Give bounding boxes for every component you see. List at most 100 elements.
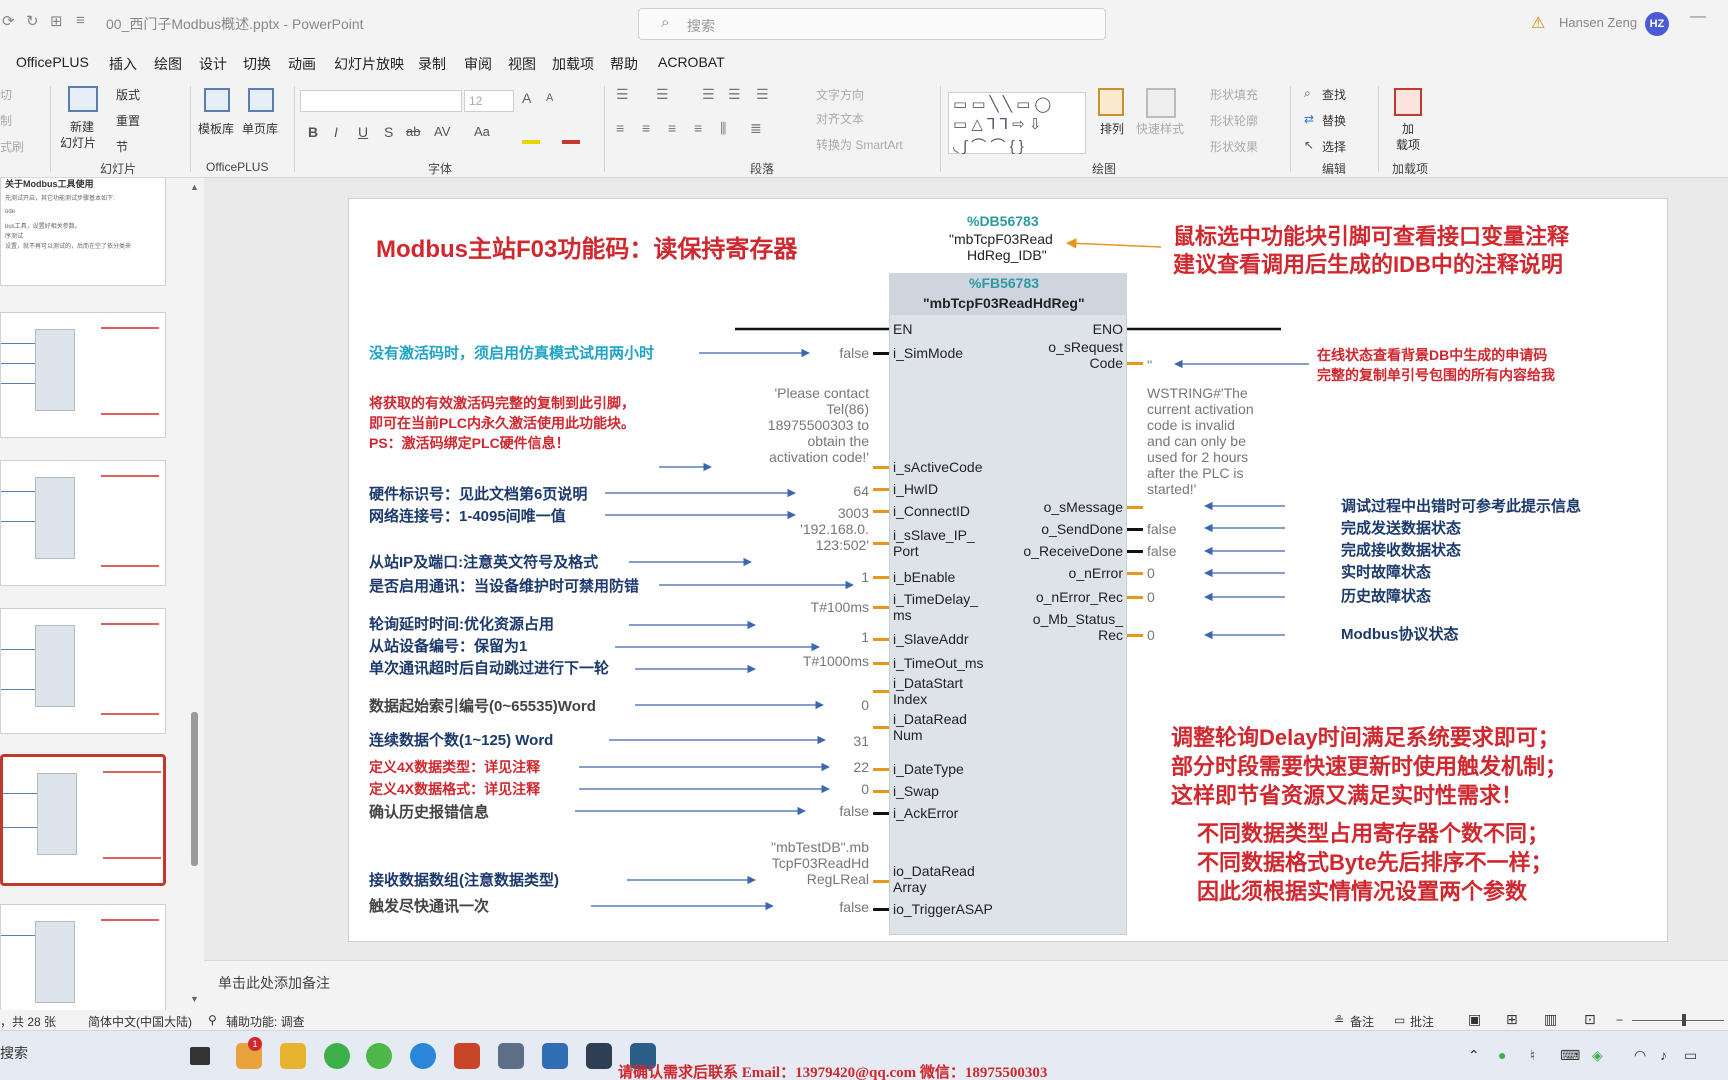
- tab-acrobat[interactable]: ACROBAT: [658, 54, 725, 70]
- replace-button[interactable]: 替换: [1322, 112, 1346, 129]
- pin-trigger-asap[interactable]: io_TriggerASAP: [893, 901, 993, 917]
- find-icon[interactable]: ⌕: [1304, 86, 1311, 101]
- accessibility-status[interactable]: 辅助功能: 调查: [226, 1013, 305, 1030]
- customize-qat-icon[interactable]: ≡: [76, 12, 85, 29]
- shrink-font-button[interactable]: A: [546, 92, 553, 104]
- warning-icon[interactable]: ⚠: [1531, 13, 1545, 33]
- pin-sim-mode[interactable]: i_SimMode: [893, 345, 963, 361]
- plcsim-icon[interactable]: [586, 1043, 612, 1069]
- scroll-down-icon[interactable]: ▼: [190, 994, 199, 1004]
- pin-connect-id[interactable]: i_ConnectID: [893, 503, 970, 519]
- layout-button[interactable]: 版式: [116, 86, 140, 103]
- wechat-icon[interactable]: [366, 1043, 392, 1069]
- thumbnails-scrollbar[interactable]: ▲ ▼: [190, 178, 200, 1010]
- repeat-icon[interactable]: ↻: [26, 12, 39, 30]
- highlight-icon[interactable]: [522, 140, 540, 144]
- tab-officeplus[interactable]: OfficePLUS: [16, 54, 89, 70]
- language-indicator[interactable]: 简体中文(中国大陆): [88, 1013, 192, 1030]
- reset-button[interactable]: 重置: [116, 112, 140, 129]
- strikethrough-button[interactable]: ab: [406, 124, 420, 139]
- pin-en[interactable]: EN: [893, 321, 912, 337]
- network-tool-icon[interactable]: [498, 1043, 524, 1069]
- arrange-button[interactable]: 排列: [1100, 120, 1124, 137]
- pin-data-read-array[interactable]: io_DataRead: [893, 863, 975, 879]
- indent-icon[interactable]: ☰: [702, 86, 715, 103]
- scrollbar-thumb[interactable]: [191, 712, 198, 866]
- quick-style-button[interactable]: 快速样式: [1136, 120, 1184, 137]
- edge-icon[interactable]: [410, 1043, 436, 1069]
- slide[interactable]: Modbus主站F03功能码：读保持寄存器 %DB56783 "mbTcpF03…: [348, 198, 1668, 942]
- new-slide-icon[interactable]: [68, 86, 98, 112]
- powerpoint-icon[interactable]: [454, 1043, 480, 1069]
- zoom-slider-thumb[interactable]: [1682, 1014, 1686, 1026]
- pin-mb-status-rec[interactable]: o_Mb_Status_: [969, 611, 1123, 627]
- pin-swap[interactable]: i_Swap: [893, 783, 939, 799]
- tab-design[interactable]: 设计: [199, 54, 227, 74]
- change-case-button[interactable]: Aa: [474, 124, 490, 139]
- underline-button[interactable]: U: [358, 124, 368, 140]
- pin-slave-ip[interactable]: i_sSlave_IP_: [893, 527, 975, 543]
- slide-thumbnail[interactable]: [0, 460, 166, 586]
- copy-button[interactable]: 制: [0, 112, 12, 129]
- normal-view-icon[interactable]: ▣: [1468, 1011, 1481, 1028]
- file-explorer-icon[interactable]: [280, 1043, 306, 1069]
- zoom-slider[interactable]: [1632, 1020, 1724, 1021]
- font-color-icon[interactable]: [562, 140, 580, 144]
- pin-send-done[interactable]: o_SendDone: [989, 521, 1123, 537]
- redo-icon[interactable]: ⟳: [2, 12, 15, 30]
- align-text-button[interactable]: 对齐文本: [816, 110, 864, 127]
- user-name[interactable]: Hansen Zeng: [1559, 15, 1637, 30]
- avatar[interactable]: HZ: [1645, 12, 1669, 36]
- slide-thumbnails-pane[interactable]: 关于Modbus工具使用 先测试开启，其它功能测试步骤基本如下: ode bus…: [0, 178, 190, 1010]
- zoom-out-icon[interactable]: −: [1616, 1013, 1623, 1027]
- tab-insert[interactable]: 插入: [109, 54, 137, 74]
- paragraph-align-icon[interactable]: ≣: [750, 120, 762, 137]
- scroll-up-icon[interactable]: ▲: [190, 182, 199, 192]
- pin-n-error-rec[interactable]: o_nError_Rec: [969, 589, 1123, 605]
- pin-eno[interactable]: ENO: [1009, 321, 1123, 337]
- pin-message[interactable]: o_sMessage: [989, 499, 1123, 515]
- accessibility-icon[interactable]: ⚲: [208, 1013, 217, 1027]
- pin-request-code[interactable]: o_sRequest: [989, 339, 1123, 355]
- tray-chevron-icon[interactable]: ⌃: [1468, 1047, 1480, 1064]
- taskbar-search[interactable]: 搜索: [0, 1043, 28, 1063]
- smartart-button[interactable]: 转换为 SmartArt: [816, 136, 903, 153]
- slide-thumbnail[interactable]: [0, 904, 166, 1010]
- justify-icon[interactable]: ≡: [694, 120, 702, 136]
- bold-button[interactable]: B: [308, 124, 318, 140]
- shape-outline-button[interactable]: 形状轮廓: [1210, 112, 1258, 129]
- numbering-icon[interactable]: ☰: [656, 86, 669, 103]
- format-painter-button[interactable]: 式刷: [0, 138, 24, 155]
- single-page-library-button[interactable]: 单页库: [242, 120, 278, 137]
- section-button[interactable]: 节: [116, 138, 128, 155]
- tray-input-icon[interactable]: ⌨: [1560, 1047, 1580, 1064]
- tray-mic-icon[interactable]: ♮: [1530, 1047, 1535, 1064]
- slide-thumbnail[interactable]: [0, 608, 166, 734]
- shapes-gallery[interactable]: ▭ ▭ ╲ ╲ ▭ ◯ ▭ △ ⅂ ⅂ ⇨ ⇩ ◟ ∫ ⌒ ⌒ { }: [948, 92, 1086, 155]
- pin-active-code[interactable]: i_sActiveCode: [893, 459, 983, 475]
- template-icon[interactable]: [204, 88, 230, 112]
- outdent-icon[interactable]: ☰: [728, 86, 741, 103]
- grow-font-button[interactable]: A: [522, 90, 531, 106]
- tab-addins[interactable]: 加载项: [552, 54, 594, 74]
- quick-style-icon[interactable]: [1146, 88, 1176, 118]
- notes-toggle[interactable]: 备注: [1350, 1013, 1374, 1030]
- slide-thumbnail[interactable]: 关于Modbus工具使用 先测试开启，其它功能测试步骤基本如下: ode bus…: [0, 178, 166, 286]
- align-center-icon[interactable]: ≡: [642, 120, 650, 136]
- tab-help[interactable]: 帮助: [610, 54, 638, 74]
- browser-icon[interactable]: [324, 1043, 350, 1069]
- single-page-icon[interactable]: [248, 88, 274, 112]
- reading-view-icon[interactable]: ▥: [1544, 1011, 1557, 1028]
- tab-record[interactable]: 录制: [418, 54, 446, 74]
- tab-transitions[interactable]: 切换: [243, 54, 271, 74]
- select-icon[interactable]: ↖: [1304, 138, 1314, 152]
- minimize-button[interactable]: —: [1690, 8, 1706, 26]
- pin-n-error[interactable]: o_nError: [989, 565, 1123, 581]
- pin-enable[interactable]: i_bEnable: [893, 569, 955, 585]
- notes-icon[interactable]: ≗: [1334, 1013, 1344, 1027]
- pin-ack-error[interactable]: i_AckError: [893, 805, 958, 821]
- arrange-icon[interactable]: [1098, 88, 1124, 116]
- font-name-select[interactable]: [300, 90, 462, 112]
- search-box[interactable]: ⌕ 搜索: [638, 8, 1106, 40]
- tray-wechat-icon[interactable]: ●: [1498, 1047, 1506, 1063]
